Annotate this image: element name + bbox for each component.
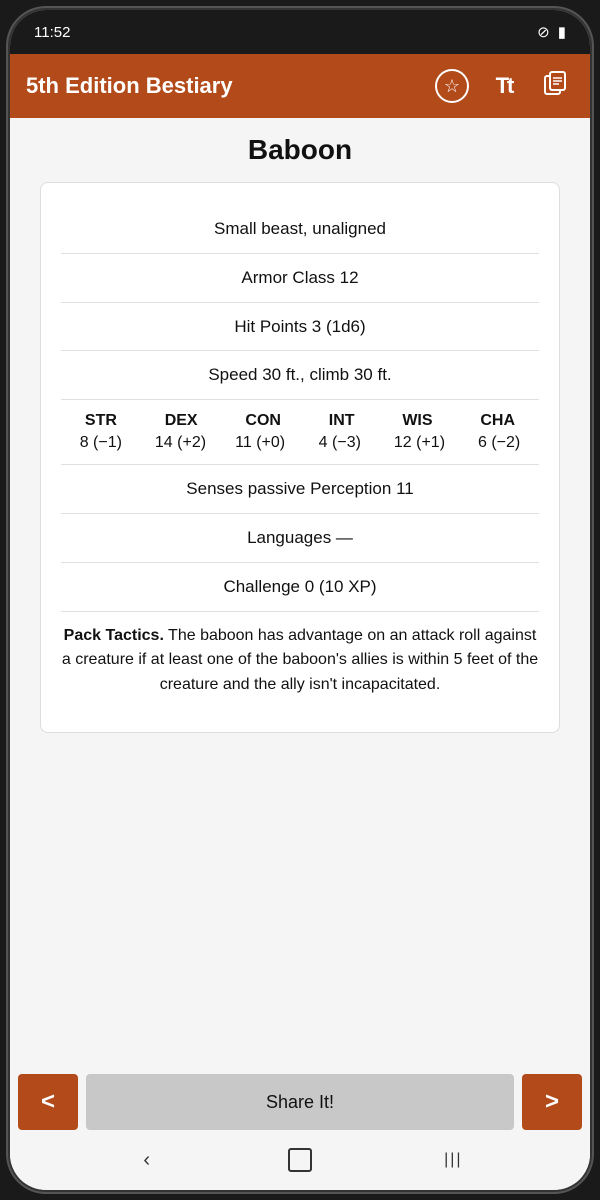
next-button[interactable]: > <box>522 1074 582 1130</box>
app-bar-actions: ☆ Tt <box>434 68 574 104</box>
divider-3 <box>61 350 539 351</box>
speed: Speed 30 ft., climb 30 ft. <box>61 353 539 397</box>
status-icons: ⊘ ▮ <box>537 23 566 41</box>
main-content: Baboon Small beast, unaligned Armor Clas… <box>10 118 590 1062</box>
divider-1 <box>61 253 539 254</box>
copy-icon <box>543 70 569 102</box>
str-label: STR <box>85 412 117 430</box>
divider-7 <box>61 562 539 563</box>
status-time: 11:52 <box>34 24 70 41</box>
recents-button[interactable]: ||| <box>433 1140 473 1180</box>
text-size-button[interactable]: Tt <box>486 68 522 104</box>
ability-values: 8 (−1) 14 (+2) 11 (+0) 4 (−3) 12 (+1) 6 … <box>61 434 539 452</box>
con-label: CON <box>245 412 281 430</box>
status-bar: 11:52 ⊘ ▮ <box>10 10 590 54</box>
armor-class: Armor Class 12 <box>61 256 539 300</box>
ability-scores: STR DEX CON INT WIS CHA 8 (−1) 14 (+2) 1… <box>61 402 539 462</box>
divider-4 <box>61 399 539 400</box>
share-row: < Share It! > <box>10 1070 590 1134</box>
divider-5 <box>61 464 539 465</box>
divider-8 <box>61 611 539 612</box>
wis-value: 12 (+1) <box>389 434 449 452</box>
back-button[interactable]: ‹ <box>127 1140 167 1180</box>
cha-value: 6 (−2) <box>469 434 529 452</box>
hit-points: Hit Points 3 (1d6) <box>61 305 539 349</box>
star-icon: ☆ <box>435 69 469 103</box>
pack-tactics-name: Pack Tactics. <box>64 627 164 644</box>
share-button[interactable]: Share It! <box>86 1074 514 1130</box>
divider-2 <box>61 302 539 303</box>
share-label: Share It! <box>266 1092 334 1112</box>
dex-label: DEX <box>165 412 198 430</box>
home-icon <box>288 1148 312 1172</box>
system-nav: ‹ ||| <box>10 1134 590 1186</box>
text-size-icon: Tt <box>496 73 513 99</box>
home-button[interactable] <box>280 1140 320 1180</box>
dex-value: 14 (+2) <box>150 434 210 452</box>
wis-label: WIS <box>402 412 432 430</box>
languages: Languages — <box>61 516 539 560</box>
cha-label: CHA <box>480 412 515 430</box>
challenge: Challenge 0 (10 XP) <box>61 565 539 609</box>
ability-headers: STR DEX CON INT WIS CHA <box>61 412 539 430</box>
divider-6 <box>61 513 539 514</box>
back-icon: ‹ <box>143 1149 150 1172</box>
creature-type: Small beast, unaligned <box>61 207 539 251</box>
int-value: 4 (−3) <box>310 434 370 452</box>
app-bar: 5th Edition Bestiary ☆ Tt <box>10 54 590 118</box>
app-bar-title: 5th Edition Bestiary <box>26 73 434 99</box>
prev-icon: < <box>41 1088 55 1116</box>
battery-icon: ▮ <box>558 23 566 41</box>
next-icon: > <box>545 1088 559 1116</box>
prev-button[interactable]: < <box>18 1074 78 1130</box>
copy-button[interactable] <box>538 68 574 104</box>
stat-card: Small beast, unaligned Armor Class 12 Hi… <box>40 182 560 733</box>
creature-name: Baboon <box>248 134 352 166</box>
str-value: 8 (−1) <box>71 434 131 452</box>
pack-tactics-text: Pack Tactics. The baboon has advantage o… <box>61 614 539 708</box>
bottom-area: < Share It! > ‹ ||| <box>10 1062 590 1190</box>
con-value: 11 (+0) <box>230 434 290 452</box>
senses: Senses passive Perception 11 <box>61 467 539 511</box>
recents-icon: ||| <box>444 1151 462 1169</box>
int-label: INT <box>329 412 355 430</box>
favorite-button[interactable]: ☆ <box>434 68 470 104</box>
no-signal-icon: ⊘ <box>537 23 550 41</box>
